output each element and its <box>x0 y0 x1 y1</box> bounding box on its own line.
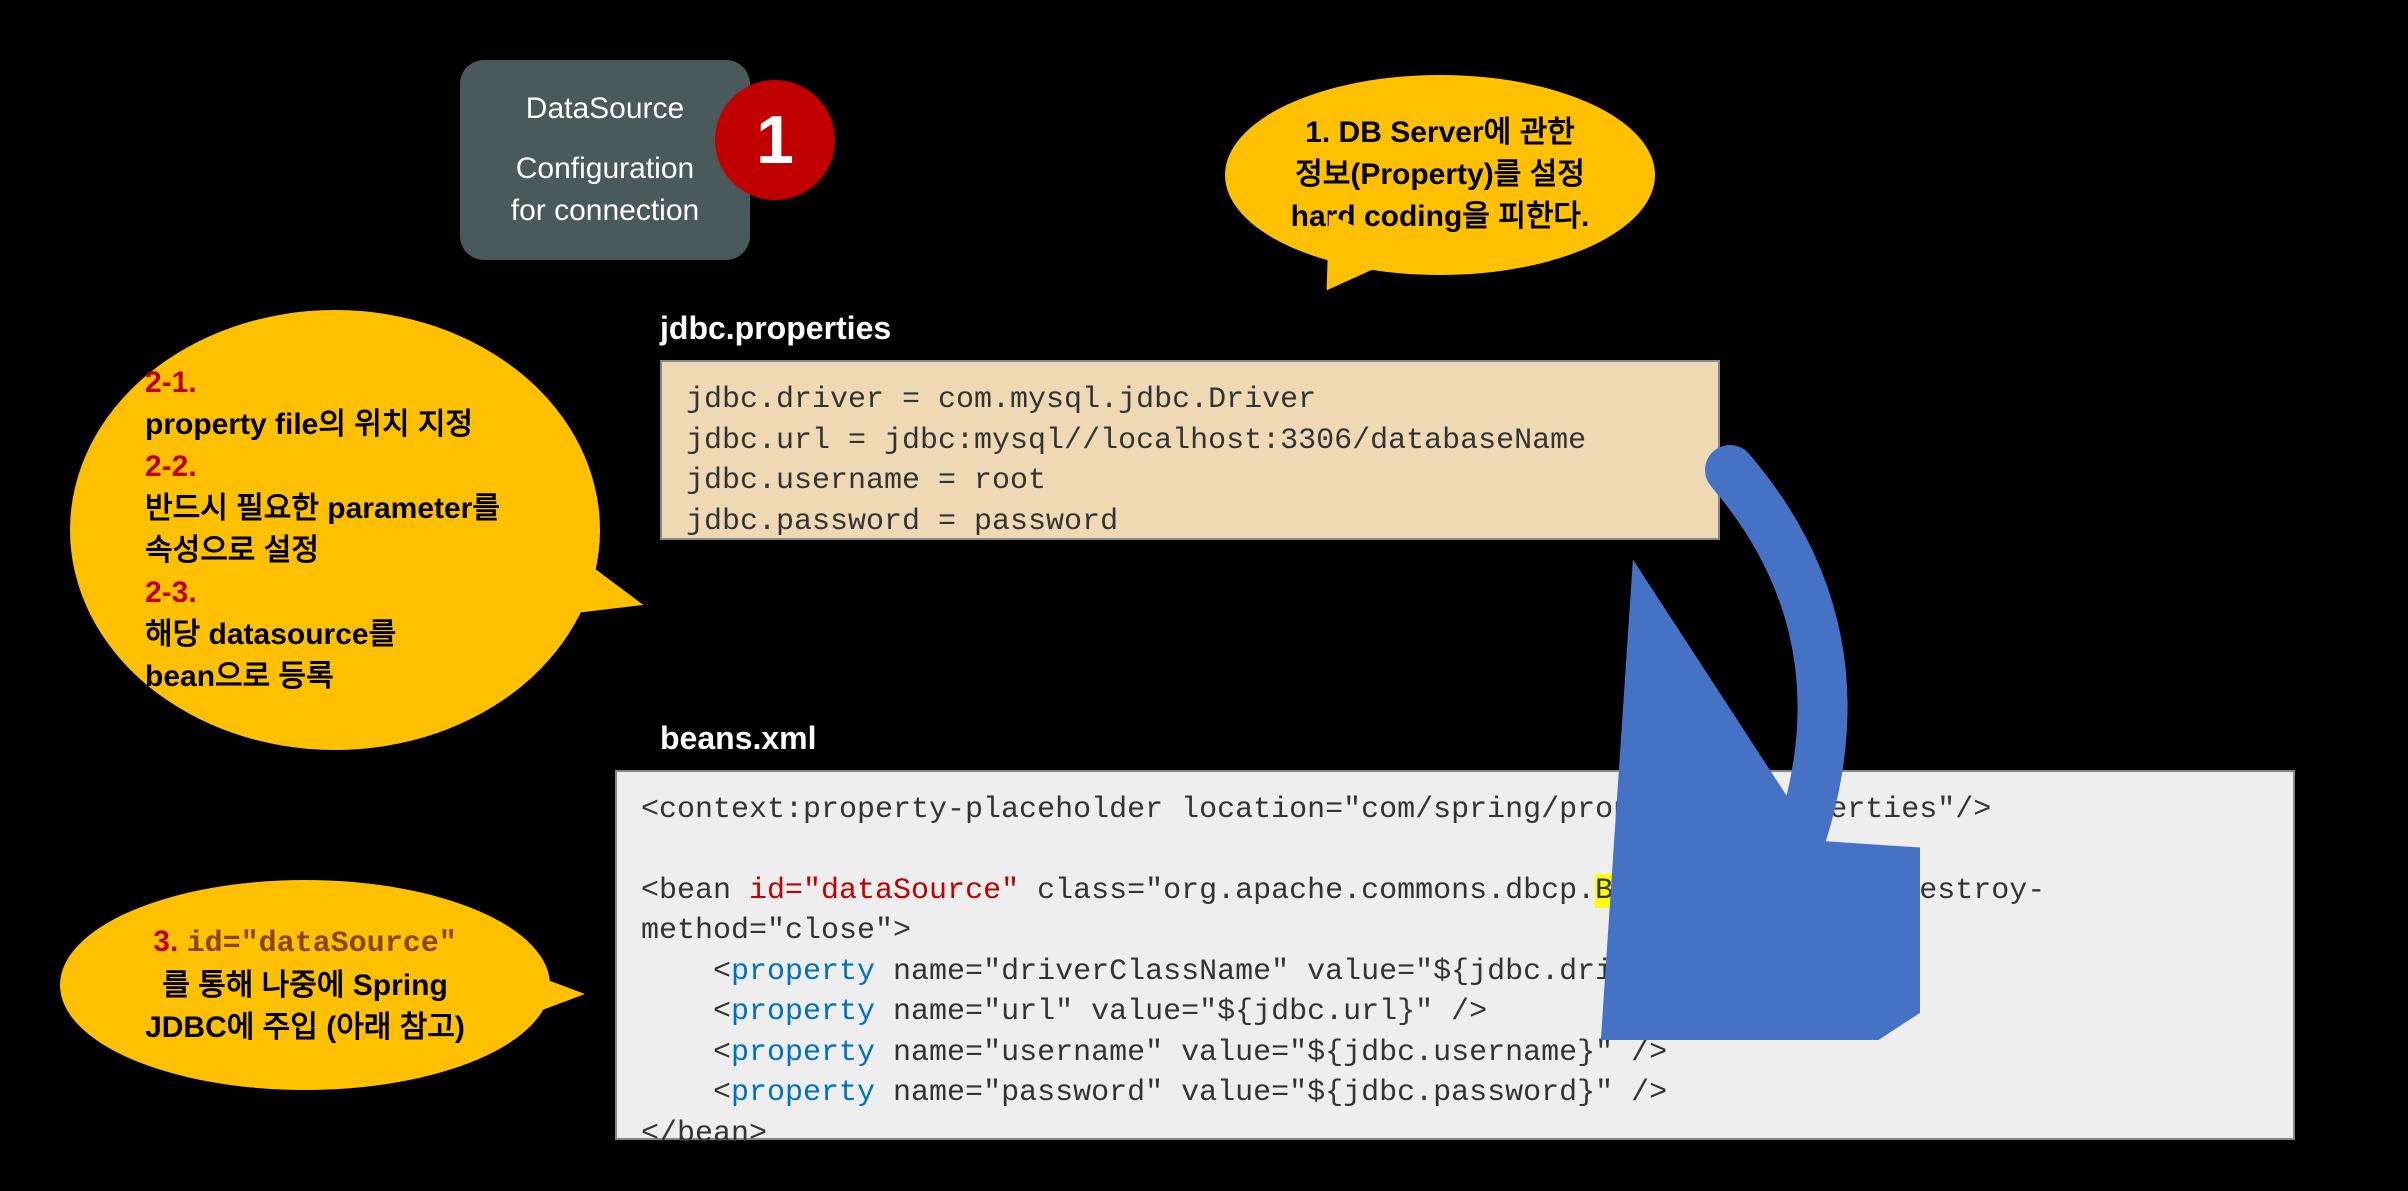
datasource-subtitle1: Configuration <box>516 148 694 190</box>
beans-line5: <property name="username" value="${jdbc.… <box>641 1033 2269 1074</box>
props-line3: jdbc.username = root <box>686 461 1694 502</box>
beans-l4-p: property <box>731 995 875 1029</box>
beans-line4: <property name="url" value="${jdbc.url}"… <box>641 992 2269 1033</box>
bubble3-prefix: 3. <box>153 925 186 958</box>
bubble3-line2: 를 통해 나중에 Spring <box>162 965 448 1007</box>
beans-l5-p: property <box>731 1036 875 1070</box>
beans-l4-a: < <box>641 995 731 1029</box>
beans-l3-a: < <box>641 955 731 989</box>
beans-l2-b: class="org.apache.commons.dbcp. <box>1019 874 1595 908</box>
props-line4: jdbc.password = password <box>686 502 1694 543</box>
code-block-beans: <context:property-placeholder location="… <box>615 770 2295 1140</box>
beans-l2-a: <bean <box>641 874 749 908</box>
bubble2-l2a: 반드시 필요한 parameter를 <box>145 488 600 530</box>
bubble2-l2b: 속성으로 설정 <box>145 530 600 572</box>
label-jdbc-properties: jdbc.properties <box>660 310 891 347</box>
beans-line2: <bean id="dataSource" class="org.apache.… <box>641 871 2269 952</box>
number-badge-text: 1 <box>756 101 794 179</box>
bubble2-l3a: 해당 datasource를 <box>145 614 600 656</box>
bubble1-line3: hard coding을 피한다. <box>1291 196 1590 238</box>
props-line1: jdbc.driver = com.mysql.jdbc.Driver <box>686 380 1694 421</box>
beans-line3: <property name="driverClassName" value="… <box>641 952 2269 993</box>
bubble2-l1: property file의 위치 지정 <box>145 404 600 446</box>
datasource-box: DataSource Configuration for connection <box>460 60 750 260</box>
label-beans-xml: beans.xml <box>660 720 817 757</box>
callout-bubble-3: 3. id="dataSource" 를 통해 나중에 Spring JDBC에… <box>60 880 550 1090</box>
beans-l5-b: name="username" value="${jdbc.username}"… <box>875 1036 1667 1070</box>
bubble1-line2: 정보(Property)를 설정 <box>1295 154 1585 196</box>
beans-line7: </bean> <box>641 1114 2269 1155</box>
beans-l6-b: name="password" value="${jdbc.password}"… <box>875 1076 1667 1110</box>
callout-bubble-1: 1. DB Server에 관한 정보(Property)를 설정 hard c… <box>1225 75 1655 275</box>
bubble2-l3b: bean으로 등록 <box>145 656 600 698</box>
bubble3-id: id="dataSource" <box>187 927 457 961</box>
bubble2-h2: 2-2. <box>145 446 600 488</box>
beans-l5-a: < <box>641 1036 731 1070</box>
beans-l2-highlight: BasicDataSource <box>1595 874 1865 908</box>
datasource-title: DataSource <box>526 88 684 130</box>
beans-l3-p: property <box>731 955 875 989</box>
datasource-subtitle2: for connection <box>511 190 699 232</box>
code-block-properties: jdbc.driver = com.mysql.jdbc.Driver jdbc… <box>660 360 1720 540</box>
beans-l6-a: < <box>641 1076 731 1110</box>
bubble2-h1: 2-1. <box>145 362 600 404</box>
beans-l6-p: property <box>731 1076 875 1110</box>
beans-line6: <property name="password" value="${jdbc.… <box>641 1073 2269 1114</box>
beans-line1: <context:property-placeholder location="… <box>641 790 2269 831</box>
beans-l4-b: name="url" value="${jdbc.url}" /> <box>875 995 1487 1029</box>
bubble3-line3: JDBC에 주입 (아래 참고) <box>145 1007 465 1049</box>
callout-bubble-2: 2-1. property file의 위치 지정 2-2. 반드시 필요한 p… <box>70 310 600 750</box>
beans-l2-id: id="dataSource" <box>749 874 1019 908</box>
props-line2: jdbc.url = jdbc:mysql//localhost:3306/da… <box>686 421 1694 462</box>
bubble3-line1: 3. id="dataSource" <box>153 921 456 965</box>
bubble2-h3: 2-3. <box>145 572 600 614</box>
number-badge-1: 1 <box>715 80 835 200</box>
bubble1-line1: 1. DB Server에 관한 <box>1305 112 1575 154</box>
beans-l3-b: name="driverClassName" value="${jdbc.dri… <box>875 955 1757 989</box>
